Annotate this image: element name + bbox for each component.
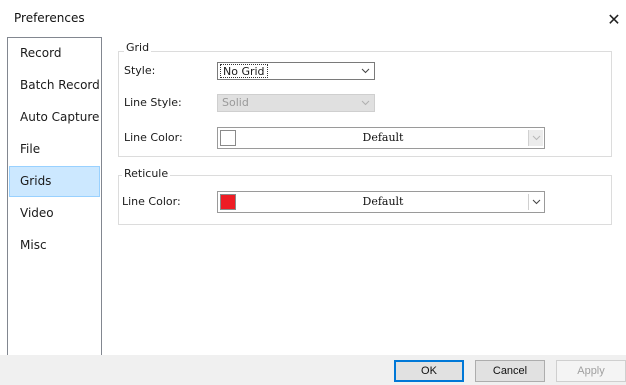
grid-line-color-dropdown[interactable]: Default (217, 127, 545, 149)
sidebar-item-misc[interactable]: Misc (9, 230, 100, 261)
reticule-group-title: Reticule (122, 167, 171, 180)
window-title: Preferences (14, 11, 85, 25)
chevron-down-icon (357, 63, 374, 79)
line-style-dropdown[interactable]: Solid (217, 94, 375, 112)
sidebar-item-grids[interactable]: Grids (9, 166, 100, 197)
line-style-label: Line Style: (124, 96, 182, 109)
chevron-down-icon (528, 130, 543, 146)
sidebar-item-auto-capture[interactable]: Auto Capture (9, 102, 100, 133)
grid-color-swatch (220, 130, 236, 146)
sidebar-item-file[interactable]: File (9, 134, 100, 165)
sidebar-item-video[interactable]: Video (9, 198, 100, 229)
reticule-color-swatch (220, 194, 236, 210)
line-style-value: Solid (222, 96, 249, 109)
chevron-down-icon (528, 194, 543, 210)
ok-button[interactable]: OK (394, 360, 464, 382)
grid-line-color-value: Default (362, 131, 404, 144)
reticule-line-color-label: Line Color: (122, 195, 181, 208)
category-list: Record Batch Record Auto Capture File Gr… (7, 37, 102, 372)
close-icon[interactable]: ✕ (602, 7, 626, 31)
apply-button[interactable]: Apply (556, 360, 626, 382)
title-bar: Preferences ✕ (0, 0, 626, 34)
sidebar-item-record[interactable]: Record (9, 38, 100, 69)
style-dropdown[interactable]: No Grid (217, 62, 375, 80)
style-label: Style: (124, 64, 156, 77)
preferences-dialog: Preferences ✕ Record Batch Record Auto C… (0, 0, 626, 385)
style-value: No Grid (220, 64, 268, 78)
chevron-down-icon (357, 95, 374, 111)
reticule-line-color-value: Default (362, 195, 404, 208)
sidebar-item-batch-record[interactable]: Batch Record (9, 70, 100, 101)
reticule-line-color-dropdown[interactable]: Default (217, 191, 545, 213)
grid-line-color-label: Line Color: (124, 131, 183, 144)
grid-group-title: Grid (124, 41, 152, 54)
cancel-button[interactable]: Cancel (475, 360, 545, 382)
settings-panel: Grid Style: No Grid Line Style: Solid Li… (110, 37, 620, 355)
